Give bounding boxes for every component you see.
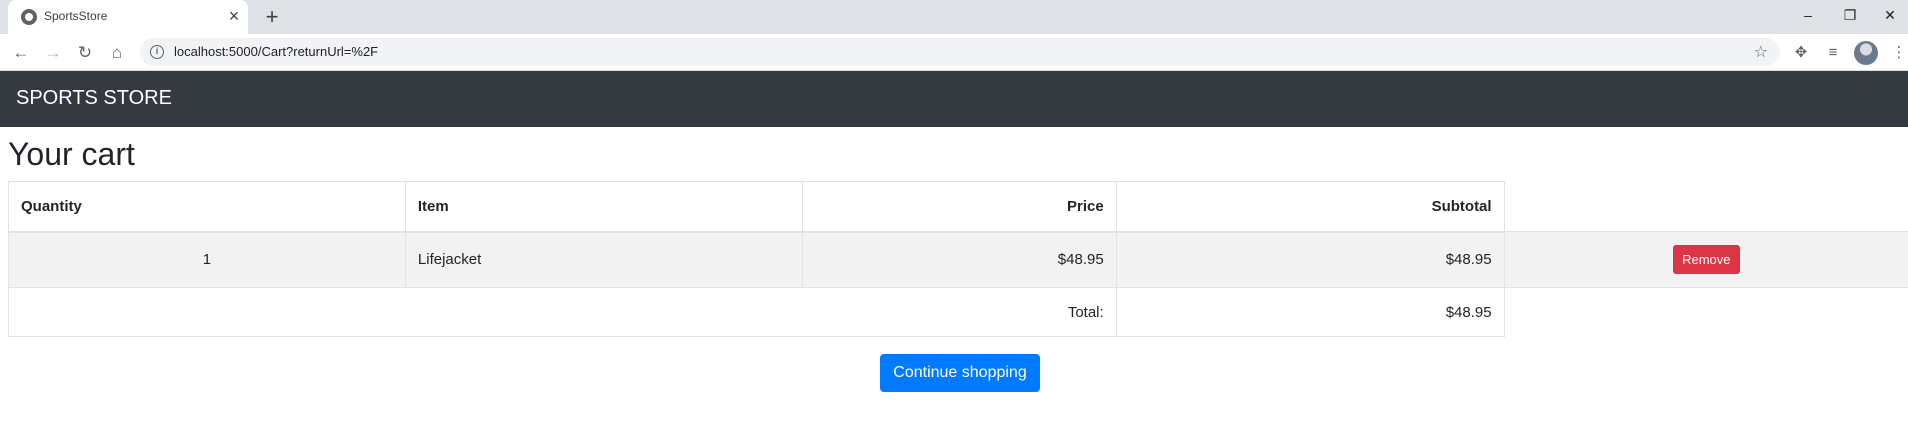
brand-link[interactable]: SPORTS STORE <box>16 87 172 110</box>
page-title: Your cart <box>8 136 135 172</box>
cell-actions: Remove <box>1503 231 1908 288</box>
header-price: Price <box>801 181 1117 233</box>
new-tab-icon[interactable]: + <box>260 5 284 29</box>
profile-avatar[interactable] <box>1854 41 1878 65</box>
cart-table: Quantity Item Price Subtotal 1 Lifejacke… <box>8 181 1908 337</box>
site-navbar: SPORTS STORE <box>0 71 1908 127</box>
back-icon[interactable]: ← <box>10 42 32 64</box>
tab-title: SportsStore <box>44 9 108 23</box>
address-bar[interactable]: i localhost:5000/Cart?returnUrl=%2F ☆ <box>140 38 1780 66</box>
header-subtotal: Subtotal <box>1115 181 1505 233</box>
browser-tab[interactable]: SportsStore × <box>8 0 248 34</box>
reading-list-icon[interactable]: ≡ <box>1822 42 1844 64</box>
total-label: Total: <box>8 287 1117 337</box>
forward-icon[interactable]: → <box>42 42 64 64</box>
url-text[interactable]: localhost:5000/Cart?returnUrl=%2F <box>174 44 378 59</box>
info-icon[interactable]: i <box>150 45 164 59</box>
remove-button[interactable]: Remove <box>1673 245 1740 274</box>
close-window-icon[interactable]: ✕ <box>1876 4 1904 26</box>
browser-toolbar: ← → ↻ ⌂ i localhost:5000/Cart?returnUrl=… <box>0 34 1908 71</box>
minimize-icon[interactable]: – <box>1794 4 1822 26</box>
menu-icon[interactable]: ⋮ <box>1888 42 1908 64</box>
cell-quantity: 1 <box>8 231 406 288</box>
continue-shopping-button[interactable]: Continue shopping <box>880 354 1040 392</box>
header-actions <box>1504 182 1908 232</box>
table-header-row: Quantity Item Price Subtotal <box>8 181 1908 233</box>
table-row: 1 Lifejacket $48.95 $48.95 Remove <box>8 231 1908 288</box>
header-quantity: Quantity <box>8 181 406 233</box>
restore-icon[interactable]: ❐ <box>1836 4 1864 26</box>
home-icon[interactable]: ⌂ <box>106 42 128 64</box>
globe-icon <box>21 9 37 25</box>
reload-icon[interactable]: ↻ <box>74 42 96 64</box>
cell-price: $48.95 <box>801 231 1117 288</box>
total-value: $48.95 <box>1115 287 1505 337</box>
cell-item: Lifejacket <box>404 231 803 288</box>
extensions-icon[interactable]: ✥ <box>1790 42 1812 64</box>
close-tab-icon[interactable]: × <box>224 6 244 26</box>
browser-tab-strip: SportsStore × + – ❐ ✕ <box>0 0 1908 34</box>
header-item: Item <box>404 181 803 233</box>
total-row: Total: $48.95 <box>8 287 1908 337</box>
bookmark-star-icon[interactable]: ☆ <box>1754 42 1768 62</box>
total-spacer <box>1504 288 1908 337</box>
cell-subtotal: $48.95 <box>1115 231 1505 288</box>
